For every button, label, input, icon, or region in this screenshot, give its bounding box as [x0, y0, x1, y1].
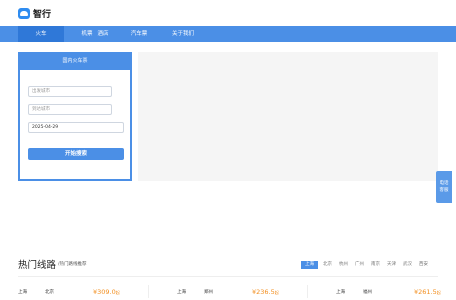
to-city-input[interactable]: 到达城市 — [28, 104, 112, 115]
city-tab-hangzhou[interactable]: 杭州 — [337, 261, 350, 269]
route-price: ¥236.5起 — [252, 288, 279, 296]
logo[interactable]: 智行 — [18, 7, 51, 20]
city-tabs: 上海 北京 杭州 广州 南京 天津 武汉 西安 — [301, 261, 430, 269]
route-price: ¥309.0起 — [93, 288, 120, 296]
top-bar: 智行 — [0, 0, 456, 26]
hot-routes-subtitle: /热门路线推荐 — [58, 262, 87, 267]
route-from: 上海 — [177, 290, 186, 295]
search-button[interactable]: 开始搜索 — [28, 148, 124, 160]
route-separator — [307, 285, 308, 298]
logo-icon — [18, 8, 30, 19]
banner-area — [138, 52, 438, 181]
card-title: 国内火车票 — [20, 54, 130, 70]
from-city-input[interactable]: 出发城市 — [28, 86, 112, 97]
route-item[interactable]: 上海 福州 ¥261.5起 — [336, 288, 446, 297]
route-to: 郑州 — [204, 290, 213, 295]
train-search-card: 国内火车票 出发城市 到达城市 2025-04-29 开始搜索 — [18, 52, 132, 181]
city-tab-shanghai[interactable]: 上海 — [301, 261, 318, 269]
city-tab-tianjin[interactable]: 天津 — [385, 261, 398, 269]
city-tab-guangzhou[interactable]: 广州 — [353, 261, 366, 269]
route-from: 上海 — [336, 290, 345, 295]
route-separator — [148, 285, 149, 298]
route-item[interactable]: 上海 北京 ¥309.0起 — [18, 288, 128, 297]
route-item[interactable]: 上海 郑州 ¥236.5起 — [177, 288, 287, 297]
section-divider — [18, 276, 438, 277]
city-tab-xian[interactable]: 西安 — [417, 261, 430, 269]
city-tab-wuhan[interactable]: 武汉 — [401, 261, 414, 269]
nav-item-about[interactable]: 关于我们 — [160, 26, 206, 42]
nav-item-bus[interactable]: 汽车票 — [114, 26, 164, 42]
logo-text: 智行 — [33, 10, 52, 20]
city-tab-nanjing[interactable]: 南京 — [369, 261, 382, 269]
date-input[interactable]: 2025-04-29 — [28, 122, 124, 133]
customer-service-button[interactable]: 电话 客服 — [436, 171, 452, 203]
route-price: ¥261.5起 — [414, 288, 441, 296]
route-to: 北京 — [45, 290, 54, 295]
float-line-2: 客服 — [439, 188, 449, 193]
nav-item-train[interactable]: 火车 — [18, 26, 64, 42]
route-to: 福州 — [363, 290, 372, 295]
main-nav: 火车 机票 酒店 汽车票 关于我们 — [0, 26, 456, 42]
float-line-1: 电话 — [439, 181, 449, 186]
city-tab-beijing[interactable]: 北京 — [321, 261, 334, 269]
hot-routes-title: 热门线路 — [18, 260, 57, 271]
route-from: 上海 — [18, 290, 27, 295]
